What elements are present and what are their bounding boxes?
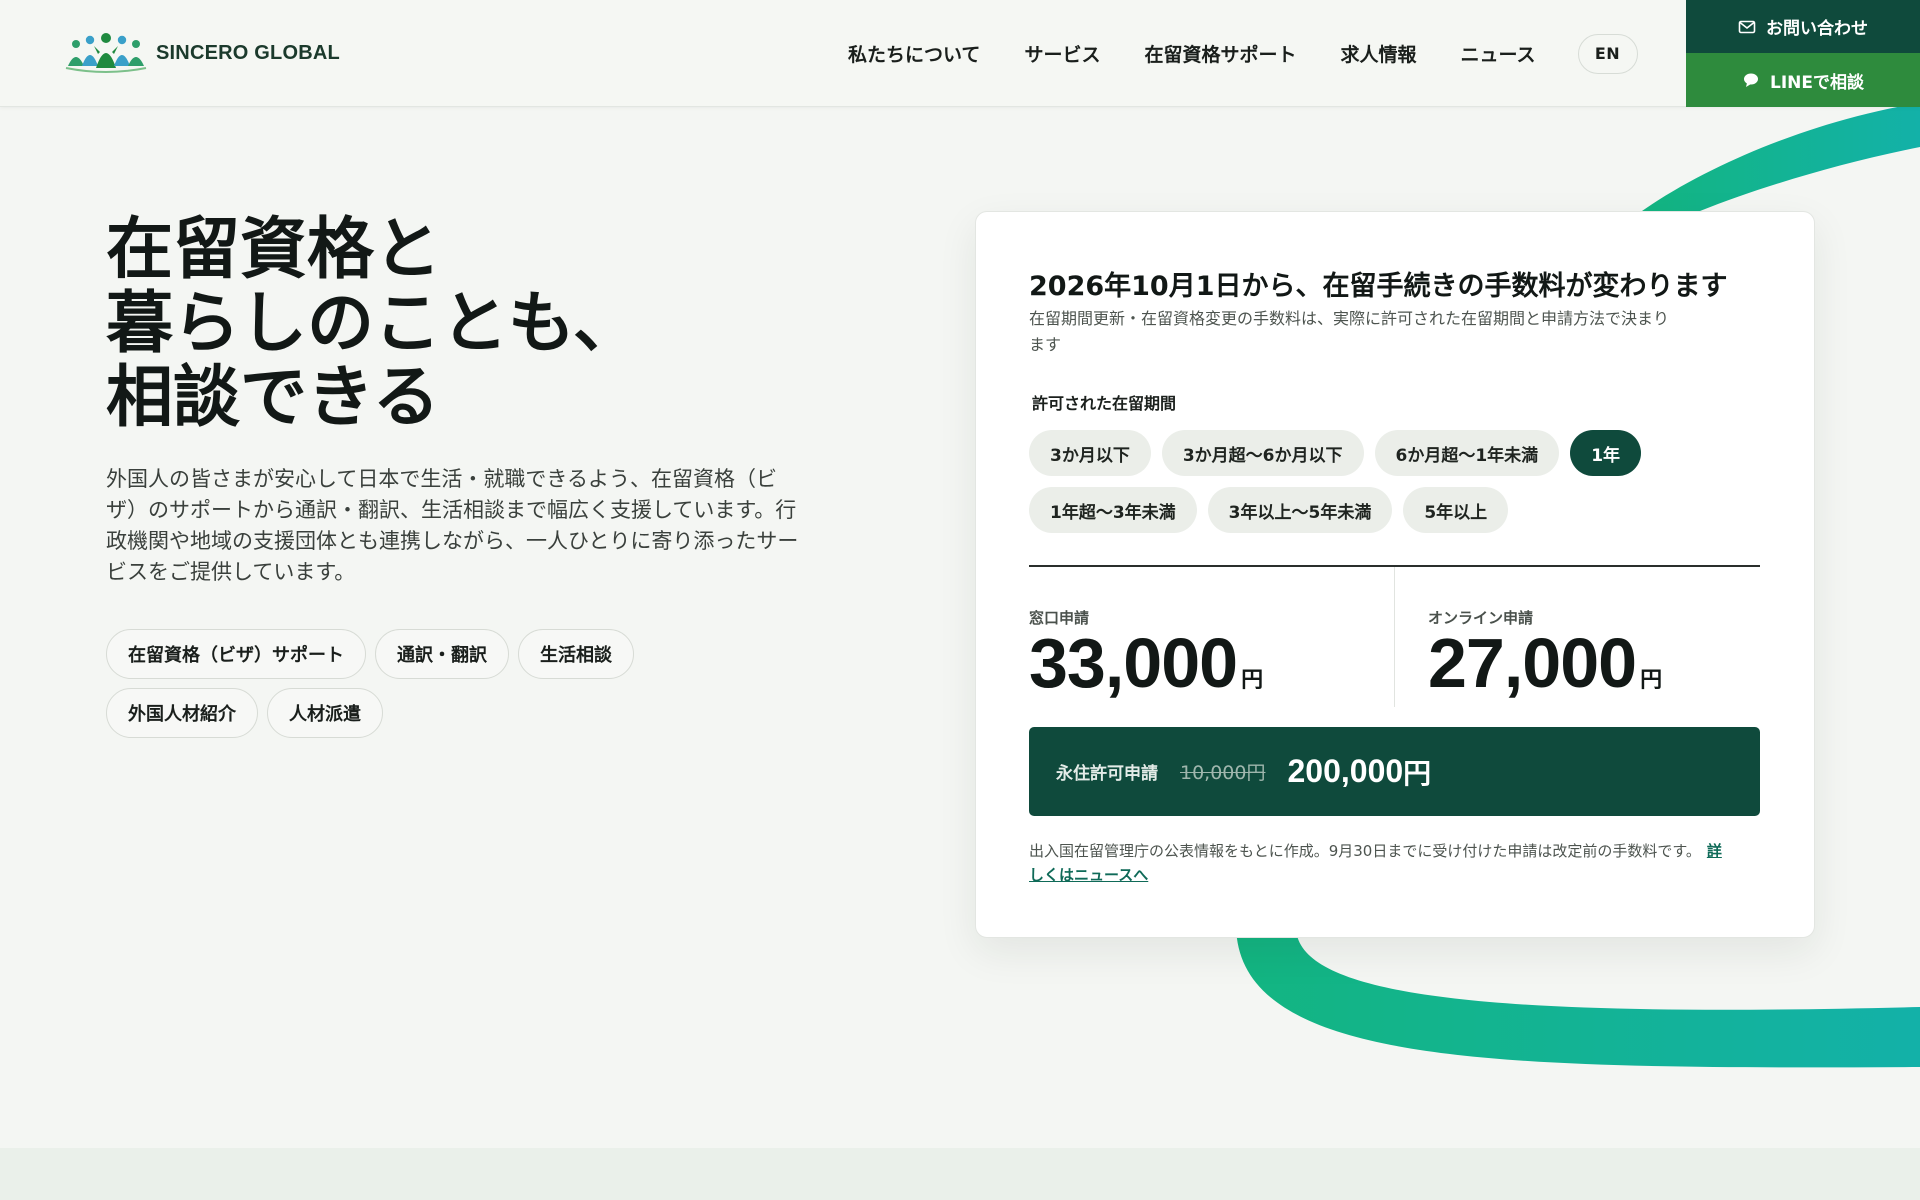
permanent-residence-new-unit: 円 — [1403, 756, 1432, 790]
nav-about[interactable]: 私たちについて — [848, 40, 980, 67]
fee-card-subtitle: 在留期間更新・在留資格変更の手数料は、実際に許可された在留期間と申請方法で決まり… — [1029, 309, 1670, 354]
online-fee-unit: 円 — [1640, 668, 1663, 693]
mail-icon — [1738, 20, 1756, 33]
line-consult-button-label: LINEで相談 — [1770, 72, 1864, 93]
hero-title-line-3: 相談できる — [106, 358, 440, 436]
tag-visa-support[interactable]: 在留資格（ビザ）サポート — [106, 629, 366, 679]
nav-jobs[interactable]: 求人情報 — [1340, 40, 1416, 67]
period-chip-5y-plus[interactable]: 5年以上 — [1403, 487, 1509, 533]
online-fee: オンライン申請 27,000 円 — [1396, 567, 1760, 707]
period-chip-3m-6m[interactable]: 3か月超〜6か月以下 — [1161, 430, 1364, 476]
period-chip-3y-5y[interactable]: 3年以上〜5年未満 — [1207, 487, 1393, 533]
tag-interpretation[interactable]: 通訳・翻訳 — [375, 629, 509, 679]
hero-title-line-2: 暮らしのことも、 — [106, 284, 640, 362]
brand-logo[interactable]: SINCERO GLOBAL — [64, 32, 340, 74]
hero-description: 外国人の皆さまが安心して日本で生活・就職できるよう、在留資格（ビザ）のサポートか… — [106, 467, 799, 584]
tag-life-consultation[interactable]: 生活相談 — [518, 629, 634, 679]
contact-button[interactable]: お問い合わせ — [1686, 0, 1920, 53]
tag-staffing[interactable]: 人材派遣 — [267, 688, 383, 738]
period-label: 許可された在留期間 — [1032, 394, 1177, 413]
window-fee-unit: 円 — [1241, 668, 1264, 693]
online-fee-value: 27,000 — [1428, 624, 1637, 702]
chat-bubble-icon — [1744, 73, 1758, 87]
language-toggle-button[interactable]: EN — [1577, 33, 1638, 74]
hero-title: 在留資格と 暮らしのことも、 相談できる — [106, 212, 640, 434]
online-fee-amount: 27,000 円 — [1428, 623, 1662, 703]
service-tags: 在留資格（ビザ）サポート 通訳・翻訳 生活相談 外国人材紹介 人材派遣 — [106, 629, 706, 747]
next-section-band — [0, 1148, 1920, 1200]
fee-change-card: 2026年10月1日から、在留手続きの手数料が変わります 在留期間更新・在留資格… — [975, 211, 1815, 938]
fee-card-note: 出入国在留管理庁の公表情報をもとに作成。9月30日までに受け付けた申請は改定前の… — [1029, 839, 1729, 887]
period-chip-1y-3y[interactable]: 1年超〜3年未満 — [1029, 487, 1197, 533]
fee-card-note-text: 出入国在留管理庁の公表情報をもとに作成。9月30日までに受け付けた申請は改定前の… — [1029, 842, 1701, 860]
period-chip-6m-1y[interactable]: 6か月超〜1年未満 — [1374, 430, 1560, 476]
brand-name: SINCERO GLOBAL — [156, 41, 340, 64]
period-selector: 3か月以下 3か月超〜6か月以下 6か月超〜1年未満 1年 1年超〜3年未満 3… — [1029, 430, 1789, 544]
nav-visa-support[interactable]: 在留資格サポート — [1144, 40, 1296, 67]
permanent-residence-fee-bar: 永住許可申請 10,000円 200,000 円 — [1029, 727, 1760, 816]
tag-talent-introduction[interactable]: 外国人材紹介 — [106, 688, 258, 738]
period-chip-3m-or-less[interactable]: 3か月以下 — [1029, 430, 1151, 476]
permanent-residence-label: 永住許可申請 — [1056, 764, 1158, 784]
nav-news[interactable]: ニュース — [1460, 40, 1535, 67]
window-fee: 窓口申請 33,000 円 — [1029, 567, 1395, 707]
window-fee-amount: 33,000 円 — [1029, 623, 1263, 703]
fee-card-title: 2026年10月1日から、在留手続きの手数料が変わります — [1029, 271, 1728, 302]
people-logo-icon — [65, 33, 147, 73]
header-cta-group: お問い合わせ LINEで相談 — [1686, 0, 1920, 107]
line-consult-button[interactable]: LINEで相談 — [1686, 53, 1920, 107]
permanent-residence-new-price: 200,000 — [1287, 753, 1404, 789]
permanent-residence-old-price: 10,000円 — [1180, 762, 1266, 784]
window-fee-value: 33,000 — [1029, 624, 1238, 702]
site-header: SINCERO GLOBAL 私たちについて サービス 在留資格サポート 求人情… — [0, 0, 1920, 107]
hero-title-line-1: 在留資格と — [106, 210, 441, 288]
contact-button-label: お問い合わせ — [1766, 19, 1868, 39]
nav-services[interactable]: サービス — [1024, 40, 1100, 67]
main-nav: 私たちについて サービス 在留資格サポート 求人情報 ニュース EN — [848, 0, 1638, 107]
period-chip-1y[interactable]: 1年 — [1570, 430, 1642, 476]
